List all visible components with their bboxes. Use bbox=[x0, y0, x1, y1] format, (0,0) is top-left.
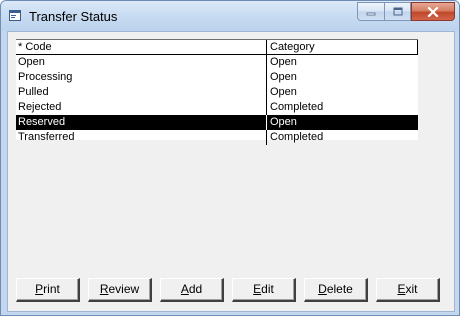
code-cell: Processing bbox=[18, 71, 73, 83]
dialog-client-area: * Code Category Open Open Processing Open Pu… bbox=[7, 31, 455, 312]
edit-button[interactable]: Edit bbox=[232, 278, 296, 302]
code-cell: Reserved bbox=[18, 116, 66, 128]
add-button[interactable]: Add bbox=[160, 278, 224, 302]
category-cell: Completed bbox=[266, 100, 418, 115]
button-label-rest: elete bbox=[326, 282, 353, 296]
table-row[interactable]: Rejected Completed bbox=[16, 100, 418, 115]
code-cell: Transferred bbox=[18, 131, 75, 143]
transfer-status-window: Transfer Status * Code Category Open Ope… bbox=[0, 0, 460, 316]
transfer-status-grid[interactable]: * Code Category Open Open Processing Open Pu… bbox=[16, 39, 418, 145]
table-row-selected[interactable]: Reserved Open bbox=[16, 115, 418, 130]
grid-header-right-border bbox=[417, 40, 418, 54]
maximize-icon bbox=[393, 7, 402, 16]
close-button[interactable] bbox=[411, 2, 455, 21]
review-button[interactable]: Review bbox=[88, 278, 152, 302]
mnemonic-letter: A bbox=[180, 282, 189, 296]
caption-buttons bbox=[357, 2, 455, 21]
table-row[interactable]: Pulled Open bbox=[16, 85, 418, 100]
title-bar[interactable]: Transfer Status bbox=[1, 1, 459, 31]
minimize-button[interactable] bbox=[357, 2, 384, 21]
column-header-code[interactable]: * Code bbox=[16, 40, 266, 54]
exit-button[interactable]: Exit bbox=[376, 278, 440, 302]
button-label-rest: dit bbox=[261, 282, 274, 296]
print-button[interactable]: Print bbox=[16, 278, 80, 302]
mnemonic-letter: P bbox=[35, 282, 44, 296]
category-cell: Completed bbox=[266, 130, 418, 145]
delete-button[interactable]: Delete bbox=[304, 278, 368, 302]
maximize-button[interactable] bbox=[384, 2, 411, 21]
code-cell: Pulled bbox=[18, 86, 49, 98]
app-window-icon bbox=[9, 10, 21, 21]
mnemonic-letter: E bbox=[253, 282, 262, 296]
code-cell: Rejected bbox=[18, 101, 62, 113]
table-row[interactable]: Transferred Completed bbox=[16, 130, 418, 145]
grid-header: * Code Category bbox=[16, 40, 418, 55]
category-cell: Open bbox=[266, 55, 418, 70]
table-row[interactable]: Open Open bbox=[16, 55, 418, 70]
mnemonic-letter: D bbox=[318, 282, 327, 296]
code-cell: Open bbox=[18, 56, 45, 68]
button-label-rest: eview bbox=[108, 282, 140, 296]
column-header-category[interactable]: Category bbox=[266, 40, 418, 54]
minimize-icon bbox=[366, 12, 376, 15]
category-cell: Open bbox=[266, 70, 418, 85]
category-cell: Open bbox=[266, 115, 418, 130]
button-label-rest: dd bbox=[188, 282, 203, 296]
button-label-rest: xit bbox=[405, 282, 418, 296]
category-cell: Open bbox=[266, 85, 418, 100]
window-title: Transfer Status bbox=[29, 9, 118, 24]
mnemonic-letter: E bbox=[397, 282, 406, 296]
close-icon bbox=[427, 6, 439, 17]
table-row[interactable]: Processing Open bbox=[16, 70, 418, 85]
button-label-rest: rint bbox=[43, 282, 60, 296]
